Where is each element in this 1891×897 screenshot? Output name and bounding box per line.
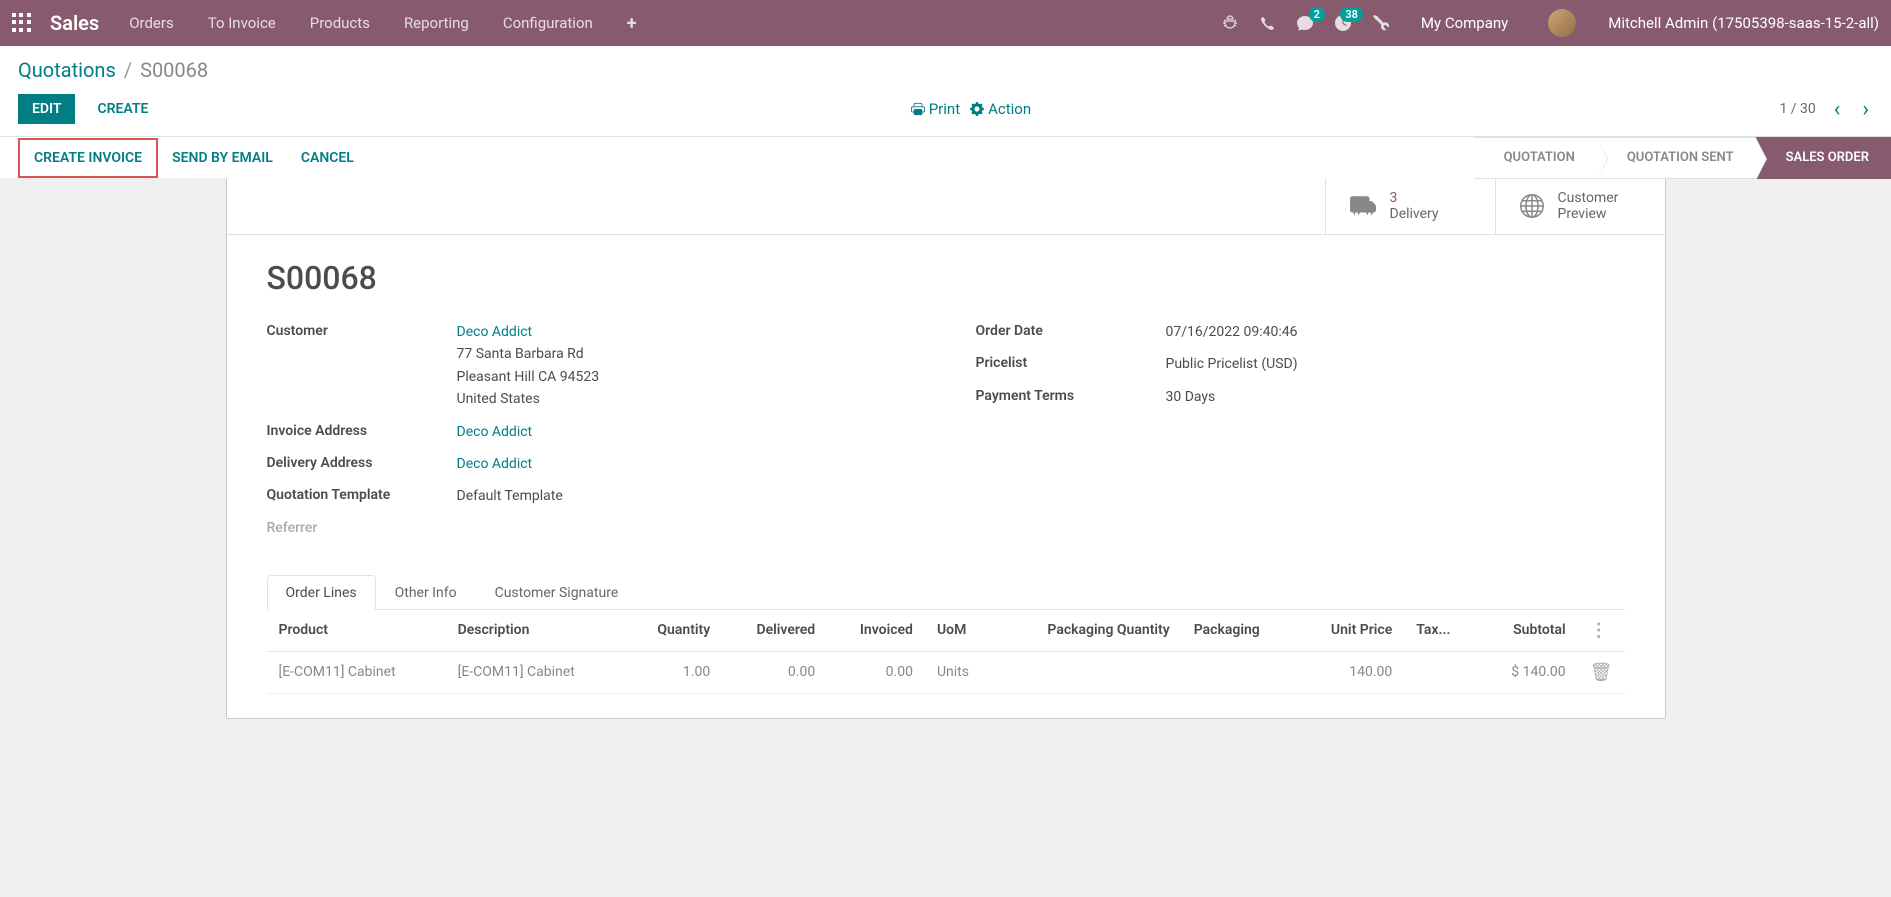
breadcrumb: Quotations / S00068 (18, 58, 1873, 82)
order-date-label: Order Date (976, 321, 1166, 339)
print-button[interactable]: Print (911, 100, 960, 118)
quotation-template-label: Quotation Template (267, 485, 457, 503)
delivery-count: 3 (1390, 190, 1439, 206)
pager-next[interactable]: › (1858, 97, 1873, 122)
top-navbar: Sales Orders To Invoice Products Reporti… (0, 0, 1891, 46)
th-invoiced[interactable]: Invoiced (827, 610, 925, 652)
activities-icon[interactable]: 38 (1335, 15, 1351, 31)
cancel-button[interactable]: CANCEL (287, 142, 368, 174)
th-packaging[interactable]: Packaging (1182, 610, 1296, 652)
nav-orders[interactable]: Orders (129, 14, 174, 32)
table-header-row: Product Description Quantity Delivered I… (267, 610, 1625, 652)
record-name: S00068 (267, 259, 1625, 297)
create-invoice-button[interactable]: CREATE INVOICE (20, 142, 156, 174)
status-bar: CREATE INVOICE SEND BY EMAIL CANCEL QUOT… (0, 136, 1891, 178)
tab-order-lines[interactable]: Order Lines (267, 575, 376, 610)
gear-icon (970, 102, 984, 116)
status-steps: QUOTATION QUOTATION SENT SALES ORDER (1474, 137, 1891, 179)
th-delivered[interactable]: Delivered (722, 610, 827, 652)
app-name[interactable]: Sales (50, 11, 99, 35)
th-subtotal[interactable]: Subtotal (1478, 610, 1578, 652)
table-row[interactable]: [E-COM11] Cabinet [E-COM11] Cabinet 1.00… (267, 651, 1625, 693)
customer-value: Deco Addict 77 Santa Barbara Rd Pleasant… (457, 321, 916, 411)
delivery-stat-button[interactable]: 3 Delivery (1325, 178, 1495, 234)
avatar[interactable] (1548, 9, 1576, 37)
order-date-value: 07/16/2022 09:40:46 (1166, 321, 1625, 343)
customer-preview-button[interactable]: Customer Preview (1495, 178, 1665, 234)
kebab-icon[interactable]: ⋮ (1590, 620, 1608, 641)
th-unit-price[interactable]: Unit Price (1296, 610, 1404, 652)
status-quotation-sent[interactable]: QUOTATION SENT (1597, 137, 1756, 179)
tab-customer-signature[interactable]: Customer Signature (476, 575, 638, 610)
form-sheet: 3 Delivery Customer Preview S00068 C (226, 178, 1666, 719)
globe-icon (1520, 194, 1544, 218)
th-description[interactable]: Description (446, 610, 625, 652)
trash-icon[interactable]: 🗑 (1590, 662, 1613, 683)
breadcrumb-parent[interactable]: Quotations (18, 58, 116, 82)
breadcrumb-current: S00068 (140, 58, 208, 82)
pager[interactable]: 1 / 30 (1779, 101, 1815, 117)
pricelist-label: Pricelist (976, 353, 1166, 371)
messaging-icon[interactable]: 2 (1297, 15, 1313, 31)
bug-icon[interactable] (1222, 15, 1238, 31)
th-taxes[interactable]: Tax... (1404, 610, 1478, 652)
customer-link[interactable]: Deco Addict (457, 324, 533, 340)
nav-to-invoice[interactable]: To Invoice (208, 14, 276, 32)
nav-reporting[interactable]: Reporting (404, 14, 469, 32)
customer-label: Customer (267, 321, 457, 339)
new-icon[interactable]: + (627, 13, 637, 34)
th-uom[interactable]: UoM (925, 610, 996, 652)
tools-icon[interactable] (1373, 15, 1389, 31)
apps-icon[interactable] (12, 13, 32, 33)
th-packaging-qty[interactable]: Packaging Quantity (996, 610, 1182, 652)
control-panel: Quotations / S00068 EDIT CREATE Print Ac… (0, 46, 1891, 136)
messaging-badge: 2 (1309, 7, 1325, 22)
button-box: 3 Delivery Customer Preview (227, 178, 1665, 235)
notebook-tabs: Order Lines Other Info Customer Signatur… (267, 574, 1625, 610)
referrer-label: Referrer (267, 518, 457, 536)
delivery-address-link[interactable]: Deco Addict (457, 456, 533, 472)
th-product[interactable]: Product (267, 610, 446, 652)
create-button[interactable]: CREATE (83, 94, 162, 124)
truck-icon (1350, 193, 1376, 219)
phone-icon[interactable] (1260, 16, 1275, 31)
user-menu[interactable]: Mitchell Admin (17505398-saas-15-2-all) (1608, 14, 1879, 32)
invoice-address-link[interactable]: Deco Addict (457, 424, 533, 440)
edit-button[interactable]: EDIT (18, 94, 75, 124)
quotation-template-value: Default Template (457, 485, 916, 507)
delivery-address-label: Delivery Address (267, 453, 457, 471)
tab-other-info[interactable]: Other Info (376, 575, 476, 610)
company-switcher[interactable]: My Company (1421, 14, 1508, 32)
highlight: CREATE INVOICE (18, 138, 158, 178)
nav-products[interactable]: Products (310, 14, 370, 32)
send-by-email-button[interactable]: SEND BY EMAIL (158, 142, 287, 174)
status-quotation[interactable]: QUOTATION (1474, 137, 1597, 179)
th-quantity[interactable]: Quantity (625, 610, 722, 652)
invoice-address-label: Invoice Address (267, 421, 457, 439)
payment-terms-label: Payment Terms (976, 386, 1166, 404)
pager-prev[interactable]: ‹ (1830, 97, 1845, 122)
order-lines-table: Product Description Quantity Delivered I… (267, 610, 1625, 694)
nav-configuration[interactable]: Configuration (503, 14, 593, 32)
delivery-label: Delivery (1390, 206, 1439, 222)
action-button[interactable]: Action (970, 100, 1031, 118)
print-icon (911, 102, 925, 116)
pricelist-value: Public Pricelist (USD) (1166, 353, 1625, 375)
payment-terms-value: 30 Days (1166, 386, 1625, 408)
status-sales-order[interactable]: SALES ORDER (1756, 137, 1891, 179)
activities-badge: 38 (1340, 7, 1363, 22)
